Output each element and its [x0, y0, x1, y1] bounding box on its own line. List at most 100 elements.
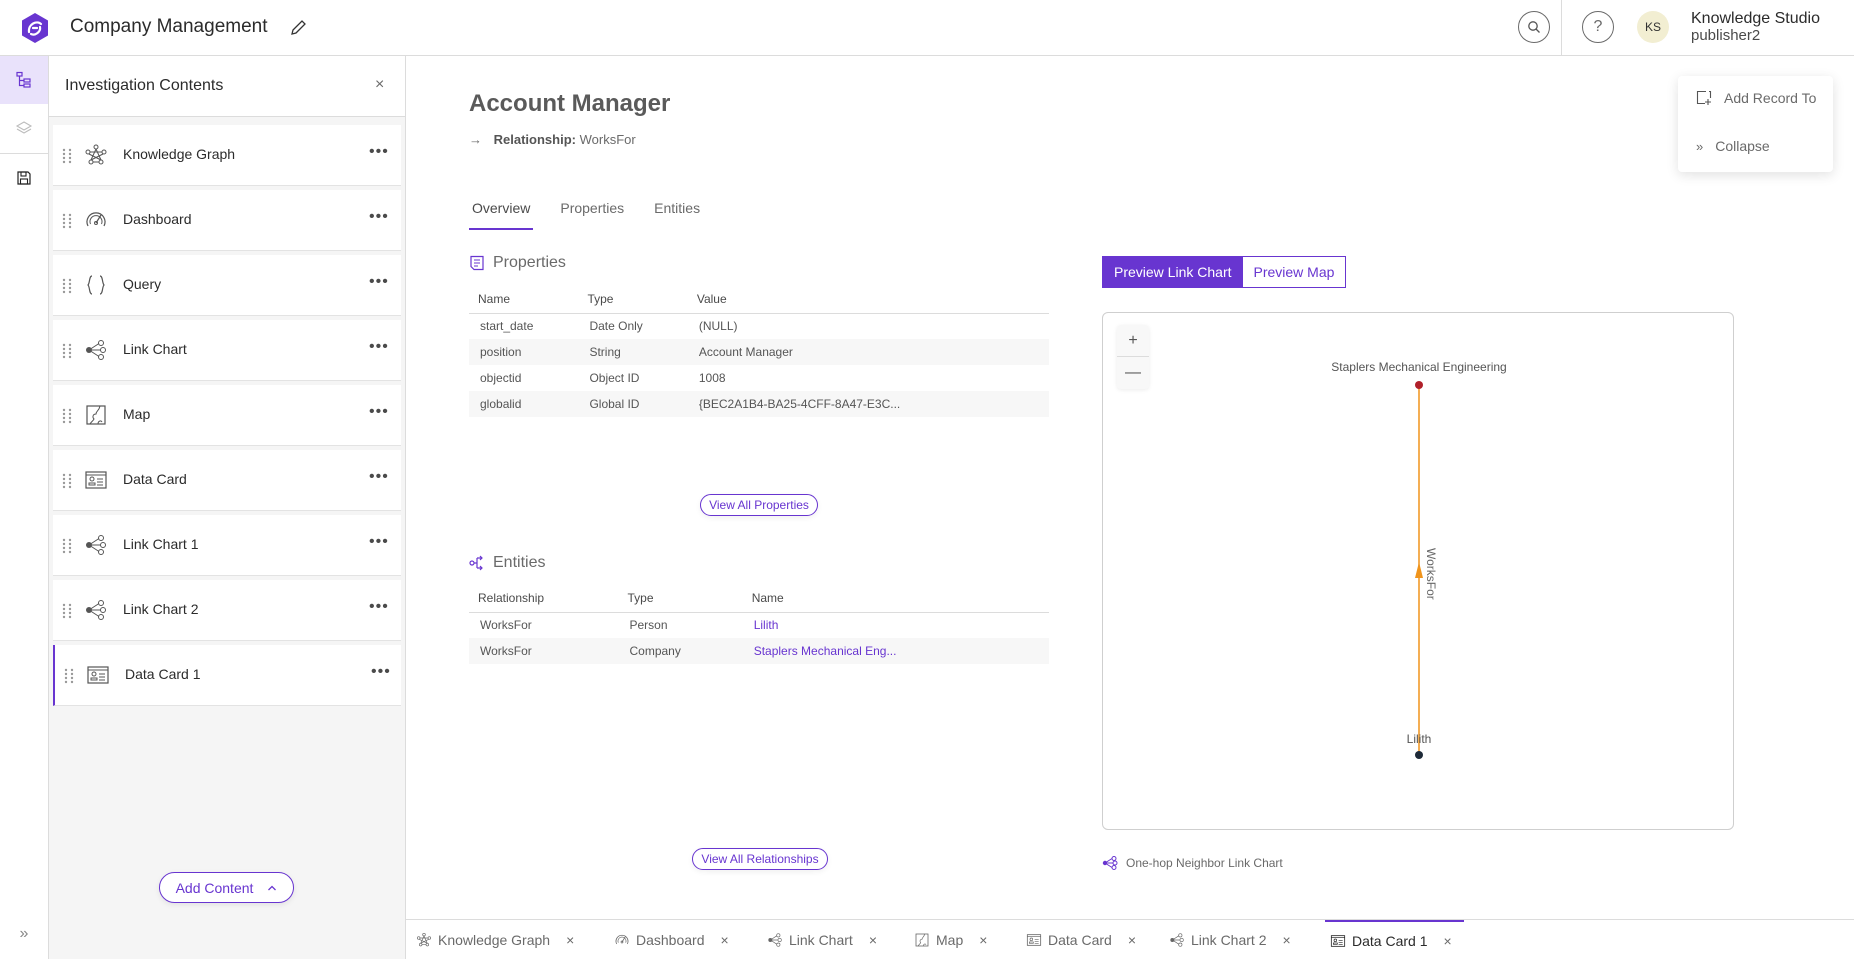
more-options-button[interactable]: ••• [369, 273, 389, 291]
drag-handle-icon[interactable] [62, 343, 72, 359]
knowledge-graph-icon [417, 933, 431, 947]
entities-heading: Entities [469, 554, 545, 572]
edit-title-icon[interactable] [288, 18, 308, 38]
content-item[interactable]: Map ••• [53, 385, 401, 446]
table-cell: 1008 [698, 371, 726, 385]
contents-tree-icon [16, 71, 31, 88]
drag-handle-icon[interactable] [62, 538, 72, 554]
table-row: globalid Global ID {BEC2A1B4-BA25-4CFF-8A4… [469, 391, 1049, 417]
bottom-tab-label: Dashboard [636, 932, 705, 948]
tab-overview[interactable]: Overview [469, 200, 534, 230]
view-all-relationships-button[interactable]: View All Relationships [692, 848, 828, 870]
link-chart-icon [86, 340, 106, 360]
help-button[interactable]: ? [1582, 11, 1614, 43]
content-item-label: Knowledge Graph [123, 146, 236, 162]
more-options-button[interactable]: ••• [369, 468, 389, 486]
entity-link[interactable]: Staplers Mechanical Eng... [742, 638, 1049, 664]
bottom-tab[interactable]: Data Card × [1026, 920, 1136, 960]
relationship-label: Relationship: [493, 132, 576, 147]
dashboard-icon [615, 934, 629, 945]
bottom-tab[interactable]: Data Card 1 × [1325, 920, 1464, 960]
tab-properties[interactable]: Properties [557, 200, 627, 230]
column-header: Type [578, 285, 688, 314]
drag-handle-icon[interactable] [62, 408, 72, 424]
app-logo-icon [22, 13, 48, 43]
relationship-value: WorksFor [579, 132, 636, 147]
bottom-tab[interactable]: Link Chart 2 × [1169, 920, 1291, 960]
left-rail: » [0, 56, 49, 959]
close-tab-button[interactable]: × [1282, 932, 1290, 948]
table-cell: objectid [480, 371, 522, 385]
table-row: start_date Date Only (NULL) [469, 313, 1049, 339]
rail-save-button[interactable] [0, 154, 48, 202]
more-options-button[interactable]: ••• [369, 403, 389, 421]
open-tabs-bar: Knowledge Graph × Dashboard × Link Chart… [406, 919, 1854, 959]
content-item[interactable]: Data Card ••• [53, 450, 401, 511]
tab-entities[interactable]: Entities [651, 200, 703, 230]
close-tab-button[interactable]: × [869, 932, 877, 948]
drag-handle-icon[interactable] [64, 668, 74, 684]
content-item[interactable]: Data Card 1 ••• [53, 645, 401, 706]
bottom-tab[interactable]: Link Chart × [767, 920, 877, 960]
chart-caption: One-hop Neighbor Link Chart [1102, 856, 1283, 870]
more-options-button[interactable]: ••• [369, 338, 389, 356]
link-chart-preview[interactable]: + — WorksFor Staplers Mechanical Engineer… [1102, 312, 1734, 830]
content-item[interactable]: Link Chart ••• [53, 320, 401, 381]
drag-handle-icon[interactable] [62, 278, 72, 294]
content-item[interactable]: Link Chart 2 ••• [53, 580, 401, 641]
drag-handle-icon[interactable] [62, 603, 72, 619]
panel-close-button[interactable]: × [375, 76, 384, 94]
preview-toggle: Preview Link Chart Preview Map [1102, 256, 1347, 288]
bottom-tab-label: Knowledge Graph [438, 932, 551, 948]
link-chart-icon [86, 535, 106, 555]
preview-link-chart-button[interactable]: Preview Link Chart [1103, 257, 1243, 287]
rail-layers-button[interactable] [0, 104, 48, 152]
content-item[interactable]: Dashboard ••• [53, 190, 401, 251]
close-tab-button[interactable]: × [566, 932, 574, 948]
more-options-button[interactable]: ••• [369, 208, 389, 226]
avatar[interactable]: KS [1637, 11, 1669, 43]
link-chart-icon [1102, 856, 1118, 870]
close-tab-button[interactable]: × [979, 932, 987, 948]
properties-heading-label: Properties [493, 254, 566, 271]
bottom-tab-label: Link Chart 2 [1191, 932, 1267, 948]
entity-link[interactable]: Lilith [743, 612, 1049, 638]
content-item-label: Data Card [123, 471, 187, 487]
node-label: Staplers Mechanical Engineering [1331, 360, 1506, 374]
add-content-button[interactable]: Add Content [159, 872, 294, 903]
rail-expand-button[interactable]: » [0, 910, 48, 958]
view-all-properties-button[interactable]: View All Properties [700, 494, 818, 516]
column-header: Value [687, 285, 1049, 314]
more-options-button[interactable]: ••• [369, 533, 389, 551]
chevron-up-icon [268, 885, 277, 890]
table-cell: Date Only [589, 319, 643, 334]
search-button[interactable] [1518, 11, 1550, 43]
close-tab-button[interactable]: × [1443, 933, 1451, 949]
bottom-tab[interactable]: Map × [914, 920, 987, 960]
more-options-button[interactable]: ••• [369, 143, 389, 161]
entities-icon [469, 555, 483, 571]
investigation-contents-panel: Investigation Contents × Knowledge Graph… [49, 56, 406, 959]
rail-contents-button[interactable] [0, 56, 48, 104]
bottom-tab[interactable]: Dashboard × [614, 920, 729, 960]
bottom-tab-label: Link Chart [789, 932, 853, 948]
more-options-button[interactable]: ••• [369, 598, 389, 616]
close-tab-button[interactable]: × [1128, 932, 1136, 948]
add-record-to-item[interactable]: Add Record To [1696, 90, 1816, 106]
content-item[interactable]: Link Chart 1 ••• [53, 515, 401, 576]
map-icon [86, 405, 106, 425]
drag-handle-icon[interactable] [62, 213, 72, 229]
more-options-button[interactable]: ••• [371, 663, 391, 681]
bottom-tab[interactable]: Knowledge Graph × [416, 920, 574, 960]
table-cell: String [578, 339, 688, 365]
preview-map-button[interactable]: Preview Map [1242, 257, 1346, 287]
content-item[interactable]: Query ••• [53, 255, 401, 316]
drag-handle-icon[interactable] [62, 473, 72, 489]
close-tab-button[interactable]: × [721, 932, 729, 948]
collapse-icon: » [1696, 138, 1704, 154]
collapse-item[interactable]: » Collapse [1696, 138, 1770, 154]
table-cell: globalid [469, 391, 579, 417]
content-item-label: Link Chart 1 [123, 536, 199, 552]
drag-handle-icon[interactable] [62, 148, 72, 164]
content-item[interactable]: Knowledge Graph ••• [53, 125, 401, 186]
